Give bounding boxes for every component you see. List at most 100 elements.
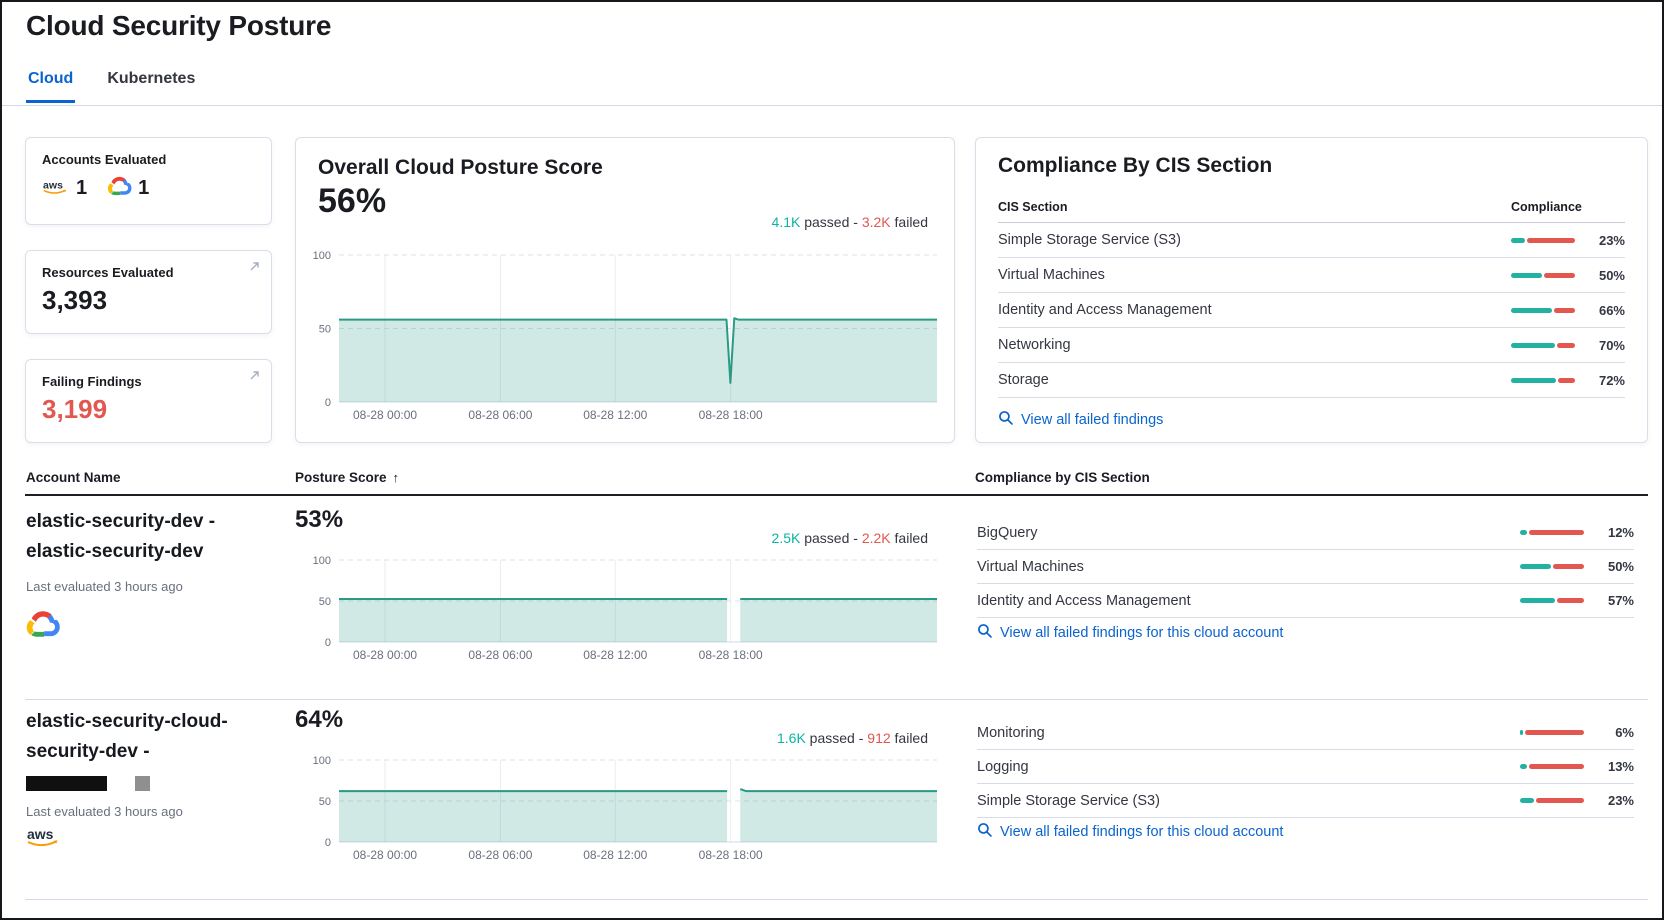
compliance-bar-passed [1511,343,1555,348]
svg-text:08-28 12:00: 08-28 12:00 [583,848,647,862]
svg-text:08-28 00:00: 08-28 00:00 [353,648,417,662]
accounts-evaluated-label: Accounts Evaluated [42,152,255,167]
view-failed-findings-account-link[interactable]: View all failed findings for this cloud … [977,623,1283,642]
table-header-rule [25,494,1648,496]
svg-text:50: 50 [319,596,331,608]
redacted-account-id [26,776,107,791]
posture-score-column-header[interactable]: Posture Score↑ [295,470,399,485]
view-failed-findings-account-link[interactable]: View all failed findings for this cloud … [977,822,1283,841]
compliance-row: Storage 72% [998,363,1625,398]
cis-section-name: Logging [977,759,1520,775]
svg-text:08-28 18:00: 08-28 18:00 [699,648,763,662]
compliance-bar-passed [1511,238,1525,243]
sort-ascending-icon: ↑ [393,470,400,485]
svg-text:aws: aws [43,179,63,191]
compliance-bar-failed [1529,530,1584,535]
compliance-bar-passed [1511,378,1556,383]
resources-evaluated-value: 3,393 [42,287,255,313]
compliance-bar-failed [1525,730,1584,735]
compliance-bar [1520,730,1584,735]
cloud-security-posture-page: Cloud Security Posture Cloud Kubernetes … [0,0,1664,920]
overall-score-title: Overall Cloud Posture Score [318,156,932,180]
compliance-rows: Simple Storage Service (S3) 23% Virtual … [998,223,1625,398]
compliance-column-header: Compliance [1511,200,1625,214]
compliance-row: Identity and Access Management 66% [998,293,1625,328]
compliance-bar-passed [1520,530,1527,535]
compliance-bar [1511,238,1575,243]
compliance-row: Monitoring 6% [977,716,1634,750]
svg-text:08-28 00:00: 08-28 00:00 [353,408,417,422]
svg-text:0: 0 [325,637,331,649]
bottom-divider [25,899,1648,900]
expand-icon[interactable] [248,369,261,387]
compliance-bar-failed [1557,343,1575,348]
tab-kubernetes[interactable]: Kubernetes [105,70,197,103]
compliance-bar-failed [1557,598,1584,603]
view-all-failed-findings-link[interactable]: View all failed findings [998,410,1625,429]
tab-bar: Cloud Kubernetes [26,70,197,103]
cis-section-name: BigQuery [977,525,1520,541]
account-posture-trend-chart: 05010008-28 00:0008-28 06:0008-28 12:000… [302,554,947,671]
compliance-row: BigQuery 12% [977,516,1634,550]
svg-text:08-28 12:00: 08-28 12:00 [583,408,647,422]
overall-posture-score-trend-chart: 05010008-28 00:0008-28 06:0008-28 12:000… [302,248,947,429]
row-divider [25,699,1648,700]
compliance-bar-passed [1520,598,1555,603]
compliance-bar [1520,764,1584,769]
account-compliance-rows: BigQuery 12% Virtual Machines 50% Identi… [977,516,1634,618]
svg-text:100: 100 [313,250,331,262]
compliance-bar-failed [1529,764,1584,769]
svg-text:0: 0 [325,397,331,409]
compliance-bar [1511,308,1575,313]
gcp-logo-icon [107,176,132,201]
compliance-bar [1520,798,1584,803]
svg-text:08-28 06:00: 08-28 06:00 [468,648,532,662]
compliance-bar [1520,564,1584,569]
accounts-evaluated-card: Accounts Evaluated aws 1 1 [25,137,272,225]
compliance-percentage: 50% [1583,268,1625,283]
cis-section-name: Virtual Machines [998,267,1511,283]
tabs-divider [2,105,1662,106]
failing-findings-value: 3,199 [42,396,255,422]
compliance-by-cis-section-card: Compliance By CIS Section CIS Section Co… [975,137,1648,443]
svg-text:08-28 12:00: 08-28 12:00 [583,648,647,662]
compliance-bar-passed [1520,798,1534,803]
compliance-bar [1520,530,1584,535]
compliance-bar-failed [1553,564,1584,569]
account-name-column-header: Account Name [26,470,121,485]
compliance-bar-passed [1511,308,1552,313]
compliance-bar-failed [1527,238,1575,243]
cis-section-name: Networking [998,337,1511,353]
compliance-bar [1511,273,1575,278]
cis-section-name: Identity and Access Management [998,302,1511,318]
cis-section-name: Identity and Access Management [977,593,1520,609]
compliance-row: Simple Storage Service (S3) 23% [998,223,1625,258]
compliance-bar-failed [1544,273,1575,278]
compliance-row: Networking 70% [998,328,1625,363]
compliance-bar-passed [1520,730,1523,735]
aws-logo-icon: aws [42,178,70,200]
compliance-row: Virtual Machines 50% [998,258,1625,293]
svg-text:50: 50 [319,796,331,808]
resources-evaluated-card[interactable]: Resources Evaluated 3,393 [25,250,272,334]
page-title: Cloud Security Posture [26,10,331,42]
cis-section-name: Simple Storage Service (S3) [977,793,1520,809]
aws-logo-icon: aws [26,826,60,852]
resources-evaluated-label: Resources Evaluated [42,265,255,280]
failing-findings-card[interactable]: Failing Findings 3,199 [25,359,272,443]
compliance-percentage: 12% [1592,525,1634,540]
compliance-by-cis-column-header: Compliance by CIS Section [975,470,1150,485]
svg-text:08-28 18:00: 08-28 18:00 [699,848,763,862]
compliance-percentage: 57% [1592,593,1634,608]
svg-text:08-28 00:00: 08-28 00:00 [353,848,417,862]
compliance-row: Logging 13% [977,750,1634,784]
search-icon [977,623,992,642]
cis-section-name: Storage [998,372,1511,388]
expand-icon[interactable] [248,260,261,278]
compliance-percentage: 66% [1583,303,1625,318]
search-icon [977,822,992,841]
tab-cloud[interactable]: Cloud [26,70,75,103]
compliance-percentage: 13% [1592,759,1634,774]
svg-text:50: 50 [319,324,331,336]
compliance-bar-passed [1511,273,1542,278]
